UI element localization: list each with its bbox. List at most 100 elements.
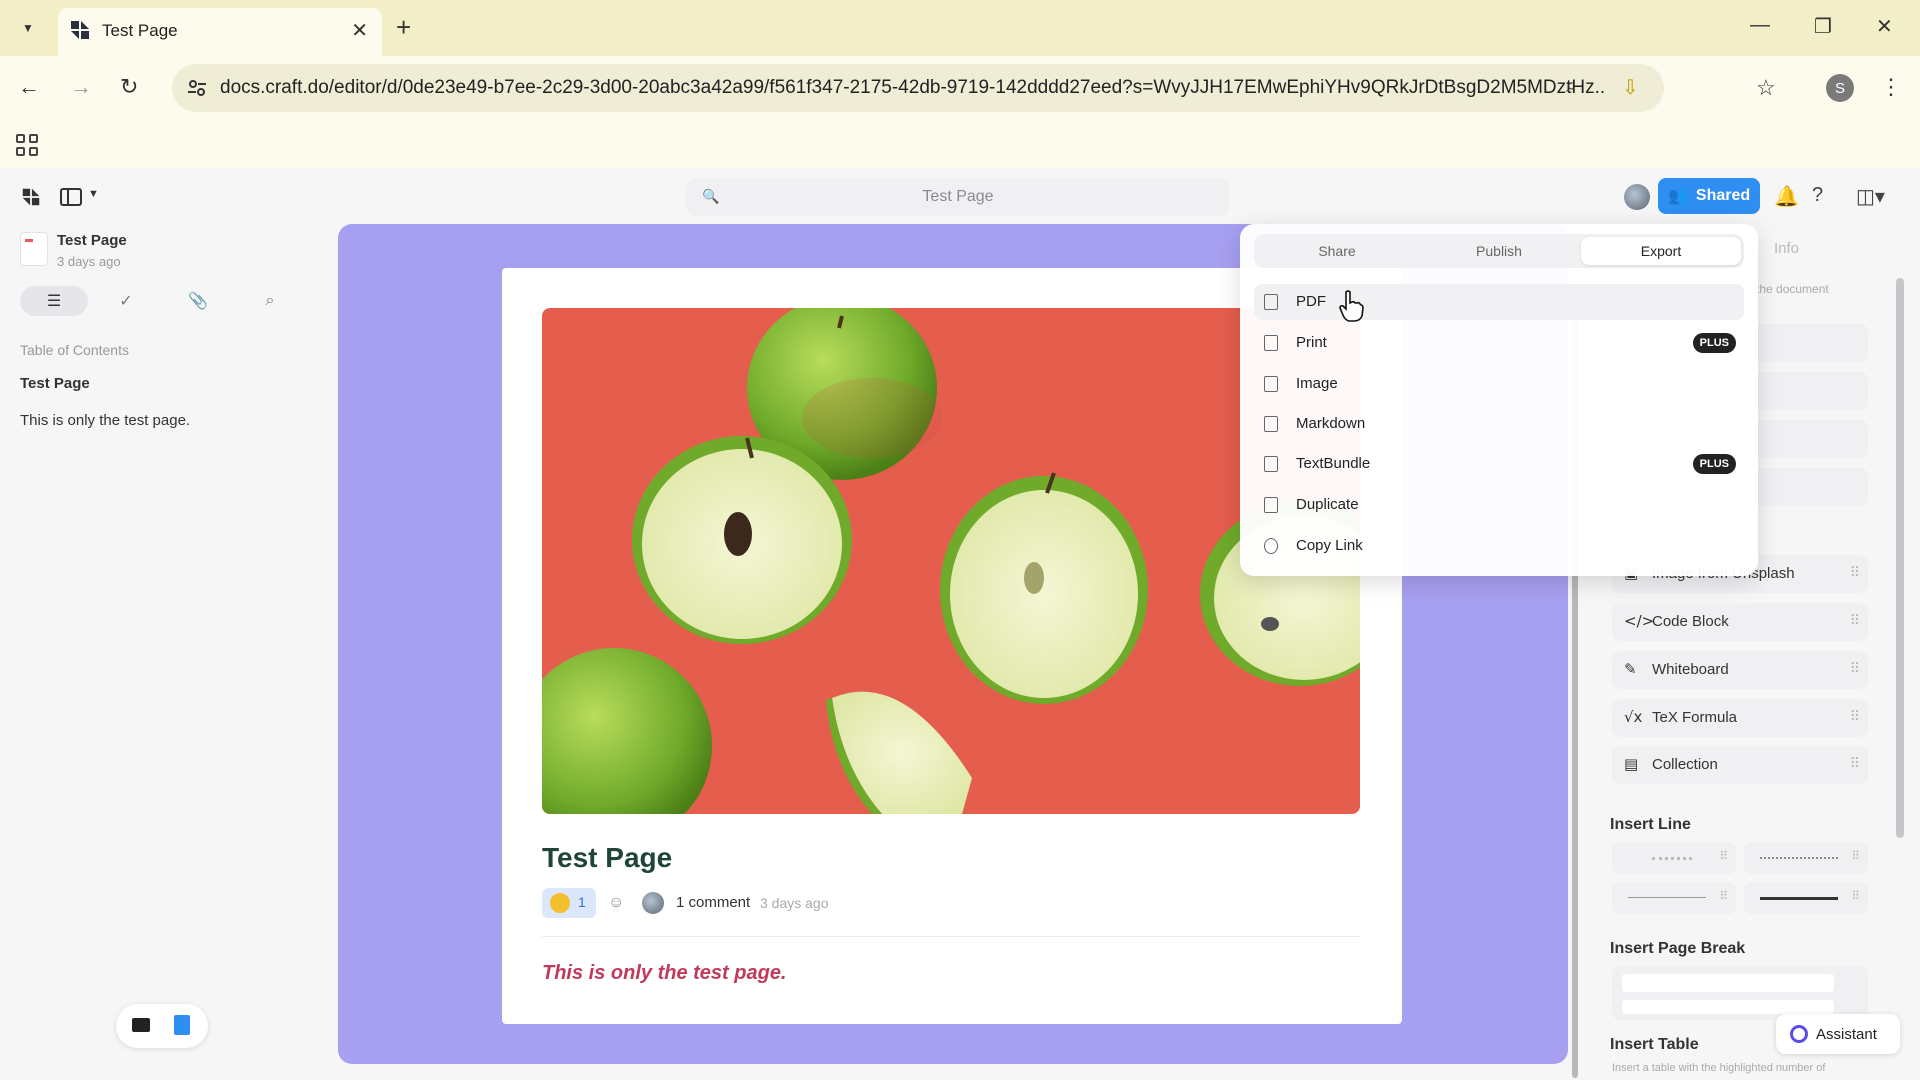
export-image[interactable]: Image (1254, 366, 1744, 402)
browser-tabstrip: ▼ Test Page ✕ + — ❐ ✕ (0, 0, 1920, 56)
page-title[interactable]: Test Page (542, 842, 672, 874)
new-tab-icon[interactable]: + (396, 12, 411, 42)
add-reaction-icon[interactable]: ☺ (608, 894, 624, 912)
menu-item-label: TextBundle (1296, 455, 1371, 472)
menu-item-label: Print (1296, 334, 1327, 351)
link-icon (1264, 538, 1278, 554)
body-text[interactable]: This is only the test page. (542, 962, 787, 985)
document-thumbnail[interactable] (20, 232, 48, 266)
hand-cursor-icon (1339, 290, 1364, 322)
cover-image[interactable] (542, 308, 1360, 814)
attachments-tab-icon[interactable]: 📎 (164, 286, 232, 316)
print-icon (1264, 335, 1278, 351)
export-print[interactable]: Print PLUS (1254, 325, 1744, 361)
bookmark-star-icon[interactable]: ☆ (1756, 75, 1776, 101)
export-textbundle[interactable]: TextBundle PLUS (1254, 446, 1744, 482)
line-dotted-wide[interactable]: ⠿ (1612, 842, 1736, 874)
folder-icon[interactable] (132, 1018, 150, 1032)
app-header: ▼ 🔍 Test Page 👥 Shared 🔔 ? ◫▾ (0, 168, 1920, 226)
line-thin[interactable]: ⠿ (1612, 882, 1736, 914)
document-meta: 1 ☺ 1 comment 3 days ago (542, 888, 1362, 918)
chevron-down-icon[interactable]: ▼ (88, 188, 99, 200)
close-window-icon[interactable]: ✕ (1876, 14, 1893, 39)
notifications-icon[interactable]: 🔔 (1774, 184, 1799, 209)
block-label: Whiteboard (1652, 661, 1729, 678)
insert-table-heading: Insert Table (1610, 1036, 1699, 1053)
tab-info[interactable]: Info (1774, 240, 1799, 257)
apps-grid-icon[interactable] (16, 134, 38, 156)
drag-handle-icon[interactable]: ⠿ (1850, 708, 1860, 725)
drag-handle-icon[interactable]: ⠿ (1850, 612, 1860, 629)
comments-link[interactable]: 1 comment (676, 894, 750, 911)
drag-handle-icon[interactable]: ⠿ (1851, 889, 1860, 903)
minimize-icon[interactable]: — (1750, 14, 1770, 37)
zoom-icon[interactable]: ⌕ (1566, 75, 1577, 98)
back-icon[interactable]: ← (18, 74, 40, 100)
document-icon[interactable] (174, 1015, 190, 1035)
drag-handle-icon[interactable]: ⠿ (1719, 849, 1728, 863)
tasks-tab-icon[interactable]: ✓ (92, 286, 160, 316)
duplicate-document[interactable]: Duplicate (1254, 487, 1744, 523)
address-bar[interactable]: docs.craft.do/editor/d/0de23e49-b7ee-2c2… (172, 64, 1664, 112)
export-pdf[interactable]: PDF (1254, 284, 1744, 320)
sidebar-doc-date: 3 days ago (57, 254, 121, 269)
textbundle-icon (1264, 456, 1278, 472)
toc-item[interactable]: Test Page (20, 375, 90, 392)
forward-icon[interactable]: → (70, 74, 92, 100)
copy-link[interactable]: Copy Link (1254, 528, 1744, 564)
insert-line-heading: Insert Line (1610, 816, 1691, 833)
browser-menu-icon[interactable]: ⋮ (1880, 74, 1902, 100)
document-search[interactable]: 🔍 Test Page (686, 178, 1230, 216)
assistant-button[interactable]: Assistant (1776, 1014, 1900, 1054)
block-label: TeX Formula (1652, 709, 1738, 726)
insert-table-hint: Insert a table with the highlighted numb… (1612, 1062, 1826, 1074)
tab-title: Test Page (102, 21, 178, 40)
line-thick[interactable]: ⠿ (1744, 882, 1868, 914)
people-icon: 👥 (1668, 188, 1688, 205)
craft-favicon-icon (71, 21, 89, 39)
drag-handle-icon[interactable]: ⠿ (1850, 564, 1860, 581)
install-app-icon[interactable]: ⇩ (1622, 75, 1639, 100)
outline-tab-icon[interactable]: ☰ (20, 286, 88, 316)
collaborator-avatar[interactable] (1624, 184, 1650, 210)
block-label: Code Block (1652, 613, 1729, 630)
profile-avatar[interactable]: S (1826, 74, 1854, 102)
insert-code-block[interactable]: </> Code Block ⠿ (1612, 603, 1868, 641)
drag-handle-icon[interactable]: ⠿ (1719, 889, 1728, 903)
commenter-avatar (642, 892, 664, 914)
tab-share[interactable]: Share (1257, 237, 1417, 265)
tab-export[interactable]: Export (1581, 237, 1741, 265)
restore-icon[interactable]: ❐ (1814, 14, 1832, 39)
share-popover: Share Publish Export PDF Print PLUS Imag… (1240, 224, 1758, 576)
browser-toolbar: ← → ↻ docs.craft.do/editor/d/0de23e49-b7… (0, 56, 1920, 120)
browser-tab[interactable]: Test Page ✕ (58, 8, 382, 56)
insert-tex-formula[interactable]: √x TeX Formula ⠿ (1612, 699, 1868, 737)
tab-publish[interactable]: Publish (1419, 237, 1579, 265)
reaction-count: 1 (578, 894, 586, 910)
right-panel-toggle-icon[interactable]: ◫▾ (1856, 184, 1885, 209)
sidebar-toggle-icon[interactable] (60, 188, 82, 206)
drag-handle-icon[interactable]: ⠿ (1850, 660, 1860, 677)
line-dotted[interactable]: ⠿ (1744, 842, 1868, 874)
sidebar-doc-title[interactable]: Test Page (57, 232, 127, 249)
search-tab-icon[interactable]: ⌕ (236, 286, 304, 316)
shared-button[interactable]: 👥 Shared (1658, 178, 1760, 214)
block-label: Collection (1652, 756, 1718, 773)
drag-handle-icon[interactable]: ⠿ (1850, 755, 1860, 772)
insert-whiteboard[interactable]: ✎ Whiteboard ⠿ (1612, 651, 1868, 689)
close-tab-icon[interactable]: ✕ (351, 18, 368, 43)
panel-scrollbar[interactable] (1896, 278, 1904, 838)
craft-logo-icon[interactable] (20, 186, 42, 208)
page-break-block[interactable] (1612, 966, 1868, 1020)
reaction-badge[interactable]: 1 (542, 888, 596, 918)
drag-handle-icon[interactable]: ⠿ (1851, 849, 1860, 863)
insert-collection[interactable]: ▤ Collection ⠿ (1612, 746, 1868, 784)
assistant-label: Assistant (1816, 1025, 1877, 1043)
site-settings-icon[interactable] (186, 77, 208, 99)
bottom-switcher (116, 1004, 208, 1048)
tab-search-dropdown[interactable]: ▼ (12, 12, 44, 44)
export-markdown[interactable]: Markdown (1254, 406, 1744, 442)
toc-item[interactable]: This is only the test page. (20, 412, 190, 429)
help-icon[interactable]: ? (1812, 184, 1823, 207)
reload-icon[interactable]: ↻ (120, 74, 138, 100)
